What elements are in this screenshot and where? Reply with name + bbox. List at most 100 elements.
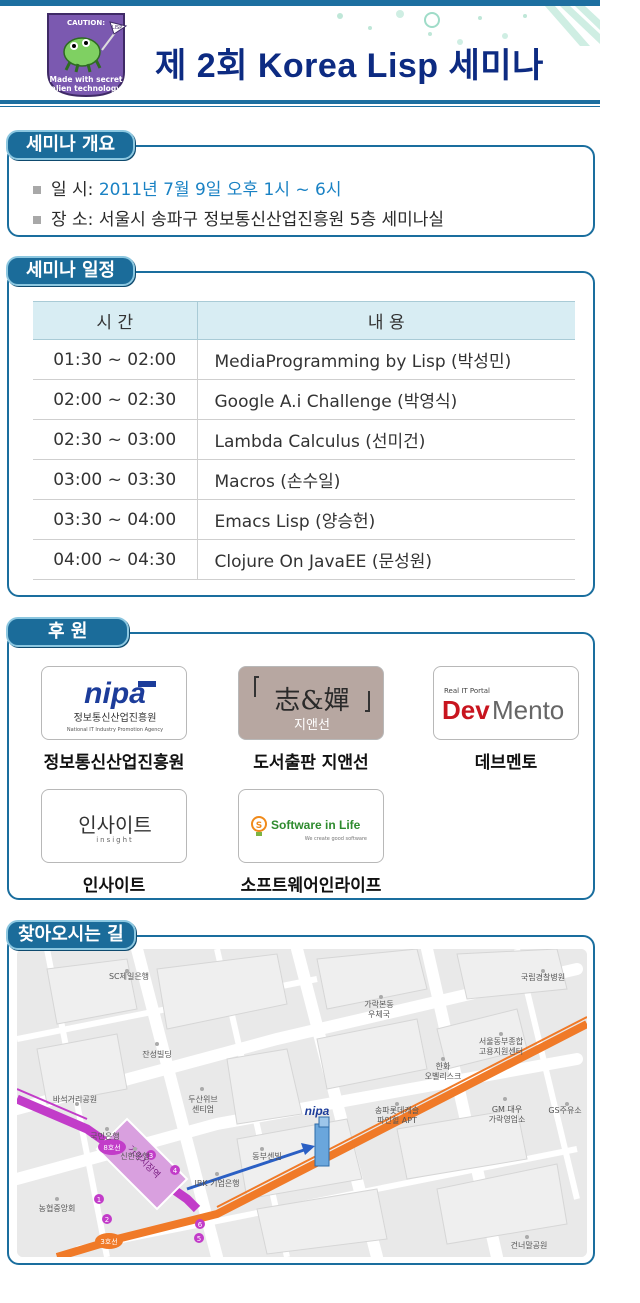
map-label: GS주유소 bbox=[548, 1106, 581, 1115]
schedule-header-row: 시 간 내 용 bbox=[33, 301, 575, 340]
sponsor-insight[interactable]: 인사이트 insight 인사이트 bbox=[14, 789, 214, 896]
location-map[interactable]: 가락시장역 8호선 3호선 1 2 3 4 5 6 nipa SC제일은행 국립… bbox=[17, 949, 587, 1257]
nipa-marker-logo: nipa bbox=[305, 1104, 330, 1118]
nipa-logo-text: nipa bbox=[84, 677, 146, 710]
map-label: IBK 기업은행 bbox=[194, 1178, 239, 1188]
exit-marker: 6 bbox=[198, 1221, 203, 1229]
logo-caution-text: CAUTION: bbox=[67, 19, 105, 27]
devmento-logo-dev: Dev bbox=[442, 695, 490, 725]
time-cell: 04:00 ~ 04:30 bbox=[33, 539, 198, 580]
map-svg: 가락시장역 8호선 3호선 1 2 3 4 5 6 nipa SC제일은행 국립… bbox=[17, 949, 587, 1257]
logo-flag-text: LISP bbox=[112, 25, 122, 31]
map-label: 한화 bbox=[436, 1062, 451, 1071]
jiandsun-logo-text: 志&嬋 bbox=[274, 686, 349, 716]
nipa-logo-sub2: National IT Industry Promotion Agency bbox=[67, 727, 163, 733]
exit-marker: 1 bbox=[97, 1196, 101, 1204]
nipa-logo-sub: 정보통신산업진흥원 bbox=[74, 711, 157, 724]
table-row: 03:00 ~ 03:30 Macros (손수일) bbox=[33, 459, 575, 500]
map-label: 파인힐 APT bbox=[377, 1115, 417, 1125]
exit-marker: 4 bbox=[173, 1167, 178, 1175]
map-label: 신한은행 bbox=[120, 1151, 149, 1161]
map-label: 가락영업소 bbox=[489, 1114, 526, 1124]
col-content-header: 내 용 bbox=[197, 301, 575, 340]
content-cell: Emacs Lisp (양승헌) bbox=[197, 499, 575, 540]
devmento-logo-small: Real IT Portal bbox=[444, 687, 490, 695]
map-label: GM 대우 bbox=[492, 1105, 522, 1114]
logo-line1: Made with secret bbox=[50, 75, 123, 84]
overview-tab: 세미나 개요 bbox=[6, 130, 136, 160]
map-label: 가락본동 bbox=[364, 999, 393, 1009]
date-label: 일 시: bbox=[51, 180, 94, 200]
nipa-logo[interactable]: nipa 정보통신산업진흥원 National IT Industry Prom… bbox=[41, 666, 187, 740]
sponsor-name: 인사이트 bbox=[82, 876, 146, 896]
time-cell: 03:30 ~ 04:00 bbox=[33, 499, 198, 540]
page-title: 제 2회 Korea Lisp 세미나 bbox=[155, 47, 544, 85]
time-cell: 03:00 ~ 03:30 bbox=[33, 459, 198, 500]
exit-marker: 2 bbox=[105, 1216, 109, 1224]
content-cell: Clojure On JavaEE (문성원) bbox=[197, 539, 575, 580]
col-time-header: 시 간 bbox=[33, 301, 198, 340]
tab-connector bbox=[150, 632, 170, 634]
sponsor-name: 정보통신산업진흥원 bbox=[43, 753, 185, 773]
sponsor-name: 소프트웨어인라이프 bbox=[240, 876, 382, 896]
svg-text:S: S bbox=[256, 821, 262, 831]
table-row: 01:30 ~ 02:00 MediaProgramming by Lisp (박… bbox=[33, 339, 575, 380]
map-label: 동부센빌 bbox=[252, 1151, 281, 1161]
map-label: 바석거리공원 bbox=[53, 1094, 97, 1104]
header-bottom-rule bbox=[0, 100, 600, 104]
table-row: 02:30 ~ 03:00 Lambda Calculus (선미건) bbox=[33, 419, 575, 460]
insight-logo-text: 인사이트 bbox=[78, 813, 152, 837]
map-label: 고용지원센터 bbox=[479, 1046, 523, 1056]
content-cell: Macros (손수일) bbox=[197, 459, 575, 500]
map-label: 오벨리스크 bbox=[425, 1071, 462, 1081]
date-row: 일 시: 2011년 7월 9일 오후 1시 ~ 6시 bbox=[33, 175, 342, 200]
sponsor-jiandsun[interactable]: 志&嬋 지앤선 도서출판 지앤선 bbox=[211, 666, 411, 773]
tab-connector bbox=[160, 935, 180, 937]
map-label: 국립경찰병원 bbox=[521, 972, 565, 982]
sponsor-software-in-life[interactable]: S Software in Life We create good softwa… bbox=[211, 789, 411, 896]
table-row: 04:00 ~ 04:30 Clojure On JavaEE (문성원) bbox=[33, 539, 575, 580]
page-header: CAUTION: LISP Made with secret alien tec… bbox=[0, 0, 640, 110]
devmento-logo[interactable]: Real IT Portal Dev Mento bbox=[433, 666, 579, 740]
content-cell: Google A.i Challenge (박영식) bbox=[197, 379, 575, 420]
sponsor-nipa[interactable]: nipa 정보통신산업진흥원 National IT Industry Prom… bbox=[14, 666, 214, 773]
jiandsun-logo[interactable]: 志&嬋 지앤선 bbox=[238, 666, 384, 740]
sponsor-name: 데브멘토 bbox=[474, 753, 538, 773]
tab-connector bbox=[150, 271, 170, 273]
map-label: 우체국 bbox=[368, 1009, 390, 1019]
software-in-life-logo[interactable]: S Software in Life We create good softwa… bbox=[238, 789, 384, 863]
sponsors-tab: 후 원 bbox=[6, 617, 130, 647]
map-label: 송파롯데캐슬 bbox=[375, 1105, 419, 1115]
place-label: 장 소: bbox=[51, 210, 94, 230]
map-label: 두산위브 bbox=[188, 1094, 217, 1104]
table-row: 03:30 ~ 04:00 Emacs Lisp (양승헌) bbox=[33, 499, 575, 540]
place-row: 장 소: 서울시 송파구 정보통신산업진흥원 5층 세미나실 bbox=[33, 205, 444, 230]
time-cell: 01:30 ~ 02:00 bbox=[33, 339, 198, 380]
date-value: 2011년 7월 9일 오후 1시 ~ 6시 bbox=[98, 180, 342, 200]
sponsor-devmento[interactable]: Real IT Portal Dev Mento 데브멘토 bbox=[406, 666, 606, 773]
map-label: 서울동부종합 bbox=[479, 1037, 524, 1046]
sponsors-section: nipa 정보통신산업진흥원 National IT Industry Prom… bbox=[7, 632, 595, 900]
logo-line2: alien technology bbox=[51, 84, 121, 93]
lisp-alien-logo: CAUTION: LISP Made with secret alien tec… bbox=[47, 13, 128, 98]
bullet-square-icon bbox=[33, 186, 41, 194]
map-label: SC제일은행 bbox=[109, 971, 149, 981]
map-label: 건너말공원 bbox=[511, 1240, 548, 1250]
software-in-life-logo-text: Software in Life bbox=[271, 818, 361, 832]
schedule-tab: 세미나 일정 bbox=[6, 256, 136, 286]
sponsor-name: 도서출판 지앤선 bbox=[253, 753, 369, 773]
time-cell: 02:30 ~ 03:00 bbox=[33, 419, 198, 460]
schedule-section: 시 간 내 용 01:30 ~ 02:00 MediaProgramming by… bbox=[7, 271, 595, 597]
map-label: 잔성빌딩 bbox=[142, 1049, 171, 1059]
directions-section: 가락시장역 8호선 3호선 1 2 3 4 5 6 nipa SC제일은행 국립… bbox=[7, 935, 595, 1265]
jiandsun-logo-sub: 지앤선 bbox=[294, 718, 330, 733]
content-cell: Lambda Calculus (선미건) bbox=[197, 419, 575, 460]
content-cell: MediaProgramming by Lisp (박성민) bbox=[197, 339, 575, 380]
software-in-life-logo-sub: We create good software bbox=[305, 836, 367, 842]
insight-logo[interactable]: 인사이트 insight bbox=[41, 789, 187, 863]
table-row: 02:00 ~ 02:30 Google A.i Challenge (박영식) bbox=[33, 379, 575, 420]
insight-logo-sub: insight bbox=[96, 836, 134, 844]
map-label: 농협중앙회 bbox=[39, 1203, 76, 1213]
bullet-square-icon bbox=[33, 216, 41, 224]
line8-badge: 8호선 bbox=[103, 1143, 120, 1152]
